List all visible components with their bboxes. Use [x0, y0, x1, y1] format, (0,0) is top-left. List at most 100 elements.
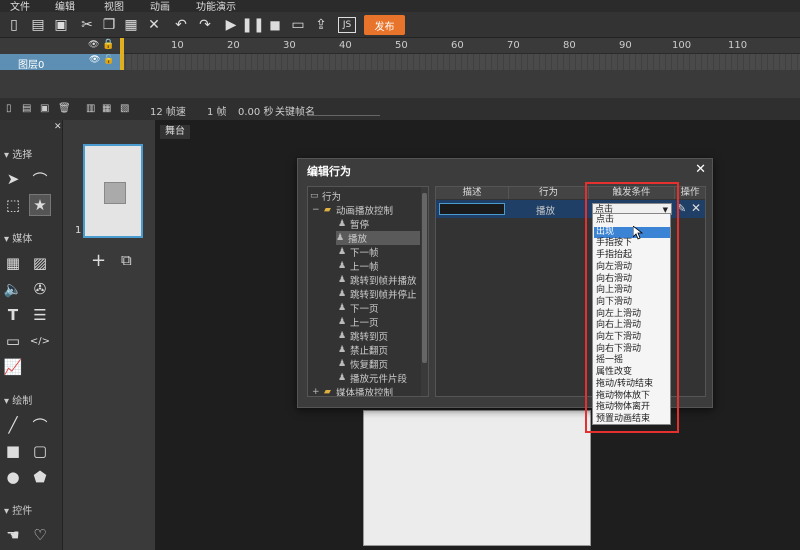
arrow-select-icon[interactable]: ➤ — [2, 168, 24, 190]
lock-icon[interactable]: 🔒 — [102, 39, 114, 50]
section-controls[interactable]: ▾ 控件 — [0, 502, 63, 518]
js-icon[interactable]: JS — [338, 17, 356, 33]
tick-label: 110 — [728, 40, 748, 51]
eye-icon[interactable]: 👁 — [88, 40, 99, 50]
circle-icon[interactable]: ● — [2, 466, 24, 488]
export-icon[interactable]: ⇪ — [311, 15, 331, 35]
delete-icon[interactable]: ✕ — [144, 15, 164, 35]
tree-item[interactable]: ♟ 跳转到帧并播放 — [338, 273, 417, 287]
frame-icon[interactable]: ▥ — [86, 103, 95, 114]
tree-item[interactable]: ♟ 暂停 — [338, 217, 369, 231]
layer-row[interactable]: 图层0 👁 🔓 — [0, 54, 120, 71]
tree-item[interactable]: ♟ 上一页 — [338, 315, 379, 329]
behavior-tree: ▭ 行为 − ▰ 动画播放控制 ♟ 暂停 ♟ 播放 ♟ 下一帧 ♟ 上一帧 ♟ 跳转到帧并播放 … — [307, 186, 429, 397]
monitor-icon: ▭ — [310, 191, 319, 201]
tab-stage[interactable]: 舞台 — [160, 125, 190, 139]
image-icon[interactable]: ▨ — [29, 252, 51, 274]
close-panel-icon[interactable]: ✕ — [54, 122, 62, 132]
audio-icon[interactable]: 🔈 — [2, 278, 24, 300]
behavior-icon: ♟ — [338, 247, 347, 257]
html-icon[interactable]: </> — [29, 330, 51, 352]
undo-icon[interactable]: ↶ — [171, 15, 191, 35]
keyframe-icon[interactable]: ▦ — [102, 103, 111, 114]
insert-page-icon[interactable]: ⧉ — [121, 251, 132, 269]
keyframe-name-label: 关键帧名 — [275, 107, 315, 118]
dialog-titlebar[interactable]: 编辑行为 ✕ — [298, 159, 712, 181]
section-draw[interactable]: ▾ 绘制 — [0, 392, 63, 408]
timeline-empty — [120, 70, 800, 98]
tree-item[interactable]: ♟ 跳转到帧并停止 — [338, 287, 417, 301]
transform-icon[interactable]: ⬚ — [2, 194, 24, 216]
collapse-icon[interactable]: − — [312, 205, 322, 215]
stop-icon[interactable]: ■ — [265, 15, 285, 35]
delete-layer-icon[interactable]: 🗑 — [58, 103, 71, 114]
tree-item-selected[interactable]: ♟ 播放 — [336, 231, 420, 245]
lasso-icon[interactable]: ⌒ — [29, 168, 51, 190]
tree-group-animation[interactable]: − ▰ 动画播放控制 — [312, 203, 393, 217]
add-layer-icon[interactable]: ▯ — [6, 103, 12, 114]
layer-lock-icon[interactable]: 🔓 — [103, 55, 114, 65]
layer-track[interactable] — [120, 54, 800, 70]
tree-item[interactable]: ♟ 下一页 — [338, 301, 379, 315]
playhead-line — [120, 54, 124, 70]
section-media[interactable]: ▾ 媒体 — [0, 230, 63, 246]
tree-item[interactable]: ♟ 跳转到页 — [338, 329, 388, 343]
tree-group-media[interactable]: + ▰ 媒体播放控制 — [312, 385, 393, 397]
timeline: 👁 🔒 10 20 30 40 50 60 70 80 90 100 110 图… — [0, 38, 800, 98]
folder-icon: ▰ — [324, 387, 331, 397]
copy-layer-icon[interactable]: ▣ — [40, 103, 49, 114]
video-reel-icon[interactable]: ✇ — [29, 278, 51, 300]
redo-icon[interactable]: ↷ — [195, 15, 215, 35]
text-icon[interactable]: T — [2, 304, 24, 326]
heart-icon[interactable]: ♡ — [29, 524, 51, 546]
timeline-ruler[interactable]: 10 20 30 40 50 60 70 80 90 100 110 — [120, 38, 800, 54]
comment-icon[interactable]: ▭ — [2, 330, 24, 352]
star-frame-icon[interactable]: ★ — [29, 194, 51, 216]
open-folder-icon[interactable]: ▤ — [28, 15, 48, 35]
preview-icon[interactable]: ▭ — [288, 15, 308, 35]
play-icon[interactable]: ▶ — [221, 15, 241, 35]
drag-hand-icon[interactable]: ☚ — [2, 524, 24, 546]
expand-icon[interactable]: + — [312, 387, 322, 396]
tree-item[interactable]: ♟ 恢复翻页 — [338, 357, 388, 371]
chart-icon[interactable]: 📈 — [2, 356, 24, 378]
cut-icon[interactable]: ✂ — [77, 15, 97, 35]
paragraph-icon[interactable]: ☰ — [29, 304, 51, 326]
pentagon-icon[interactable]: ⬟ — [29, 466, 51, 488]
section-select[interactable]: ▾ 选择 — [0, 146, 63, 162]
column-header-action: 行为 — [509, 187, 589, 199]
stage-canvas[interactable] — [363, 410, 591, 546]
thumbnail-shape — [104, 182, 126, 204]
menu-bar: 文件 编辑 视图 动画 功能演示 — [0, 0, 800, 13]
rounded-rect-icon[interactable]: ▢ — [29, 440, 51, 462]
grid-icon[interactable]: ▦ — [2, 252, 24, 274]
new-file-icon[interactable]: ▯ — [4, 15, 24, 35]
tree-scrollbar-thumb[interactable] — [422, 193, 427, 363]
line-icon[interactable]: ╱ — [2, 414, 24, 436]
tree-item[interactable]: ♟ 禁止翻页 — [338, 343, 388, 357]
blank-keyframe-icon[interactable]: ▧ — [120, 103, 129, 114]
tree-root[interactable]: ▭ 行为 — [310, 189, 341, 203]
page-thumbnail[interactable] — [83, 144, 143, 238]
behavior-icon: ♟ — [338, 303, 347, 313]
add-folder-icon[interactable]: ▤ — [22, 103, 31, 114]
keyframe-name-input[interactable] — [310, 103, 380, 116]
tree-item[interactable]: ♟ 上一帧 — [338, 259, 379, 273]
save-icon[interactable]: ▣ — [51, 15, 71, 35]
pause-icon[interactable]: ❚❚ — [241, 15, 264, 35]
publish-button[interactable]: 发布 — [364, 15, 405, 35]
tree-item[interactable]: ♟ 下一帧 — [338, 245, 379, 259]
layer-eye-icon[interactable]: 👁 — [89, 55, 100, 65]
add-page-icon[interactable]: + — [91, 250, 106, 271]
paste-icon[interactable]: ▦ — [121, 15, 141, 35]
highlight-box — [585, 182, 679, 433]
close-icon[interactable]: ✕ — [695, 162, 706, 177]
rectangle-icon[interactable]: ■ — [2, 440, 24, 462]
copy-icon[interactable]: ❐ — [99, 15, 119, 35]
tree-item[interactable]: ♟ 播放元件片段 — [338, 371, 407, 385]
timeline-status-bar: ▯ ▤ ▣ 🗑 ▥ ▦ ▧ 12 帧速 1 帧 0.00 秒 关键帧名 — [0, 98, 800, 120]
playhead[interactable] — [120, 38, 124, 54]
curve-icon[interactable]: ⌒ — [29, 414, 51, 436]
description-input[interactable] — [439, 203, 505, 215]
close-icon[interactable]: ✕ — [691, 201, 701, 215]
